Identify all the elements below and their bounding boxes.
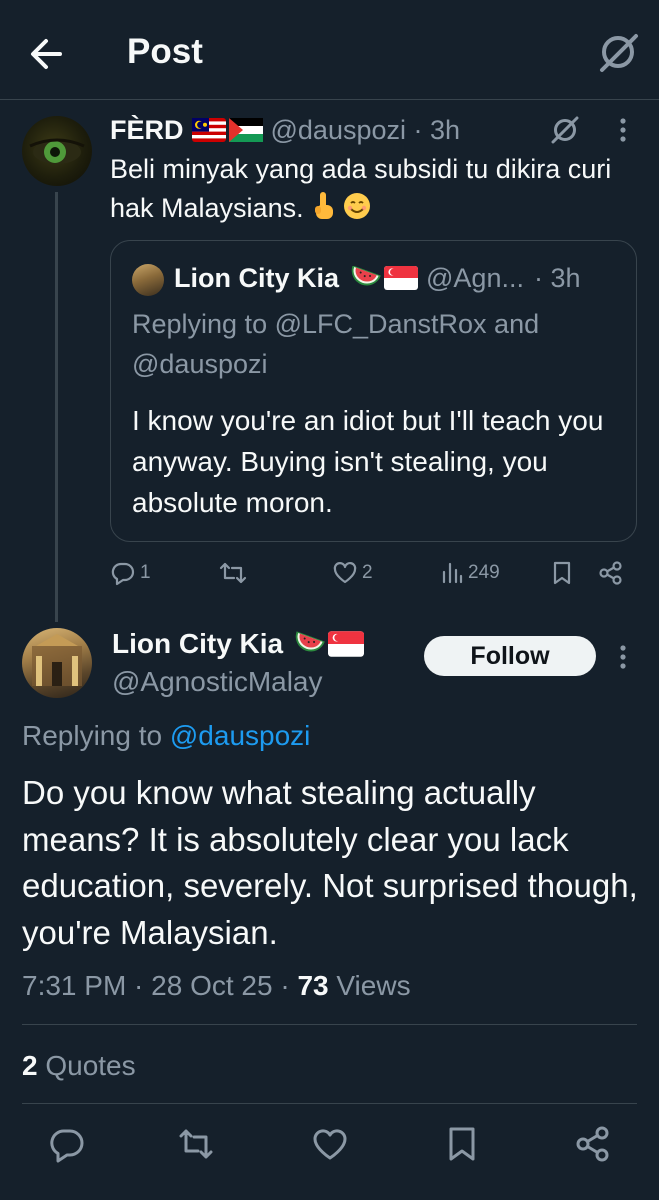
reply-count: 1 bbox=[140, 562, 151, 583]
watermelon-icon bbox=[347, 266, 381, 290]
grok-icon[interactable] bbox=[594, 28, 642, 76]
quoted-author-name: Lion City Kia bbox=[174, 262, 340, 293]
parent-tweet-text: Beli minyak yang ada subsidi tu dikira c… bbox=[110, 150, 645, 228]
author-handle-time[interactable]: @dauspozi · 3h bbox=[271, 112, 461, 148]
tweet-timestamp[interactable]: 7:31 PM · 28 Oct 25 · bbox=[22, 970, 297, 1001]
quotes-link[interactable]: 2 Quotes bbox=[22, 1046, 136, 1086]
author-handle[interactable]: @AgnosticMalay bbox=[112, 664, 323, 700]
views-count: 73 bbox=[297, 970, 329, 1001]
header-bar: Post bbox=[0, 0, 659, 100]
views-icon bbox=[440, 560, 464, 586]
quoted-tweet-time: · 3h bbox=[533, 262, 581, 293]
bookmark-icon bbox=[550, 560, 574, 586]
heart-icon[interactable] bbox=[310, 1124, 350, 1164]
singapore-flag-icon bbox=[328, 631, 365, 657]
more-options-icon[interactable] bbox=[607, 113, 639, 147]
repost-button[interactable] bbox=[218, 560, 248, 586]
bookmark-button[interactable] bbox=[550, 560, 574, 586]
replying-prefix: Replying to bbox=[22, 720, 170, 751]
grok-icon[interactable] bbox=[548, 113, 582, 147]
heart-icon bbox=[332, 560, 358, 586]
smiling-face-icon bbox=[342, 191, 372, 221]
reply-icon[interactable] bbox=[47, 1124, 87, 1164]
share-icon[interactable] bbox=[573, 1124, 613, 1164]
malaysia-flag-icon bbox=[191, 118, 226, 142]
tweet-metadata: 7:31 PM · 28 Oct 25 · 73 Views bbox=[22, 966, 411, 1006]
main-tweet-text: Do you know what stealing actually means… bbox=[22, 774, 638, 951]
repost-icon[interactable] bbox=[176, 1124, 216, 1164]
bookmark-icon[interactable] bbox=[442, 1124, 482, 1164]
quoted-replying-to: Replying to @LFC_DanstRox and @dauspozi bbox=[132, 309, 540, 379]
palestine-flag-icon bbox=[228, 118, 263, 142]
like-button[interactable]: 2 bbox=[332, 560, 373, 586]
divider bbox=[22, 1024, 637, 1025]
quoted-author-flags bbox=[347, 266, 419, 290]
singapore-flag-icon bbox=[384, 266, 419, 290]
like-count: 2 bbox=[362, 562, 373, 583]
views-label: Views bbox=[328, 970, 411, 1001]
divider bbox=[22, 1103, 637, 1104]
reply-icon bbox=[110, 560, 136, 586]
replying-to: Replying to @dauspozi bbox=[22, 716, 310, 756]
share-button[interactable] bbox=[598, 560, 624, 586]
author-flags bbox=[291, 631, 365, 657]
author-flags bbox=[191, 118, 263, 142]
views-button[interactable]: 249 bbox=[440, 560, 500, 586]
repost-icon bbox=[218, 560, 248, 586]
author-name[interactable]: Lion City Kia bbox=[112, 628, 283, 660]
follow-button[interactable]: Follow bbox=[424, 636, 596, 676]
author-name[interactable]: FÈRD bbox=[110, 112, 184, 148]
avatar-lion-city-kia[interactable] bbox=[22, 628, 92, 698]
back-arrow-icon[interactable] bbox=[22, 30, 70, 78]
quoted-tweet-header: Lion City Kia @Agn... · 3h bbox=[174, 260, 581, 296]
thread-line bbox=[55, 192, 58, 622]
views-count: 249 bbox=[468, 562, 500, 583]
page-title: Post bbox=[127, 32, 203, 71]
quotes-count: 2 bbox=[22, 1050, 38, 1081]
reply-button[interactable]: 1 bbox=[110, 560, 151, 586]
quoted-author-avatar bbox=[132, 264, 164, 296]
avatar-ferd[interactable] bbox=[22, 116, 92, 186]
quoted-tweet-text: I know you're an idiot but I'll teach yo… bbox=[132, 405, 604, 518]
quoted-author-handle: @Agn... bbox=[426, 262, 524, 293]
quotes-label: Quotes bbox=[37, 1050, 136, 1081]
main-tweet-author: Lion City Kia bbox=[112, 625, 365, 663]
index-pointing-up-icon bbox=[310, 191, 338, 221]
more-options-icon[interactable] bbox=[607, 640, 639, 674]
parent-tweet-header: FÈRD @dauspozi · 3h bbox=[110, 112, 460, 148]
parent-tweet-emojis bbox=[310, 191, 372, 221]
watermelon-icon bbox=[291, 631, 325, 657]
share-icon bbox=[598, 560, 624, 586]
replying-handle-link[interactable]: @dauspozi bbox=[170, 720, 311, 751]
